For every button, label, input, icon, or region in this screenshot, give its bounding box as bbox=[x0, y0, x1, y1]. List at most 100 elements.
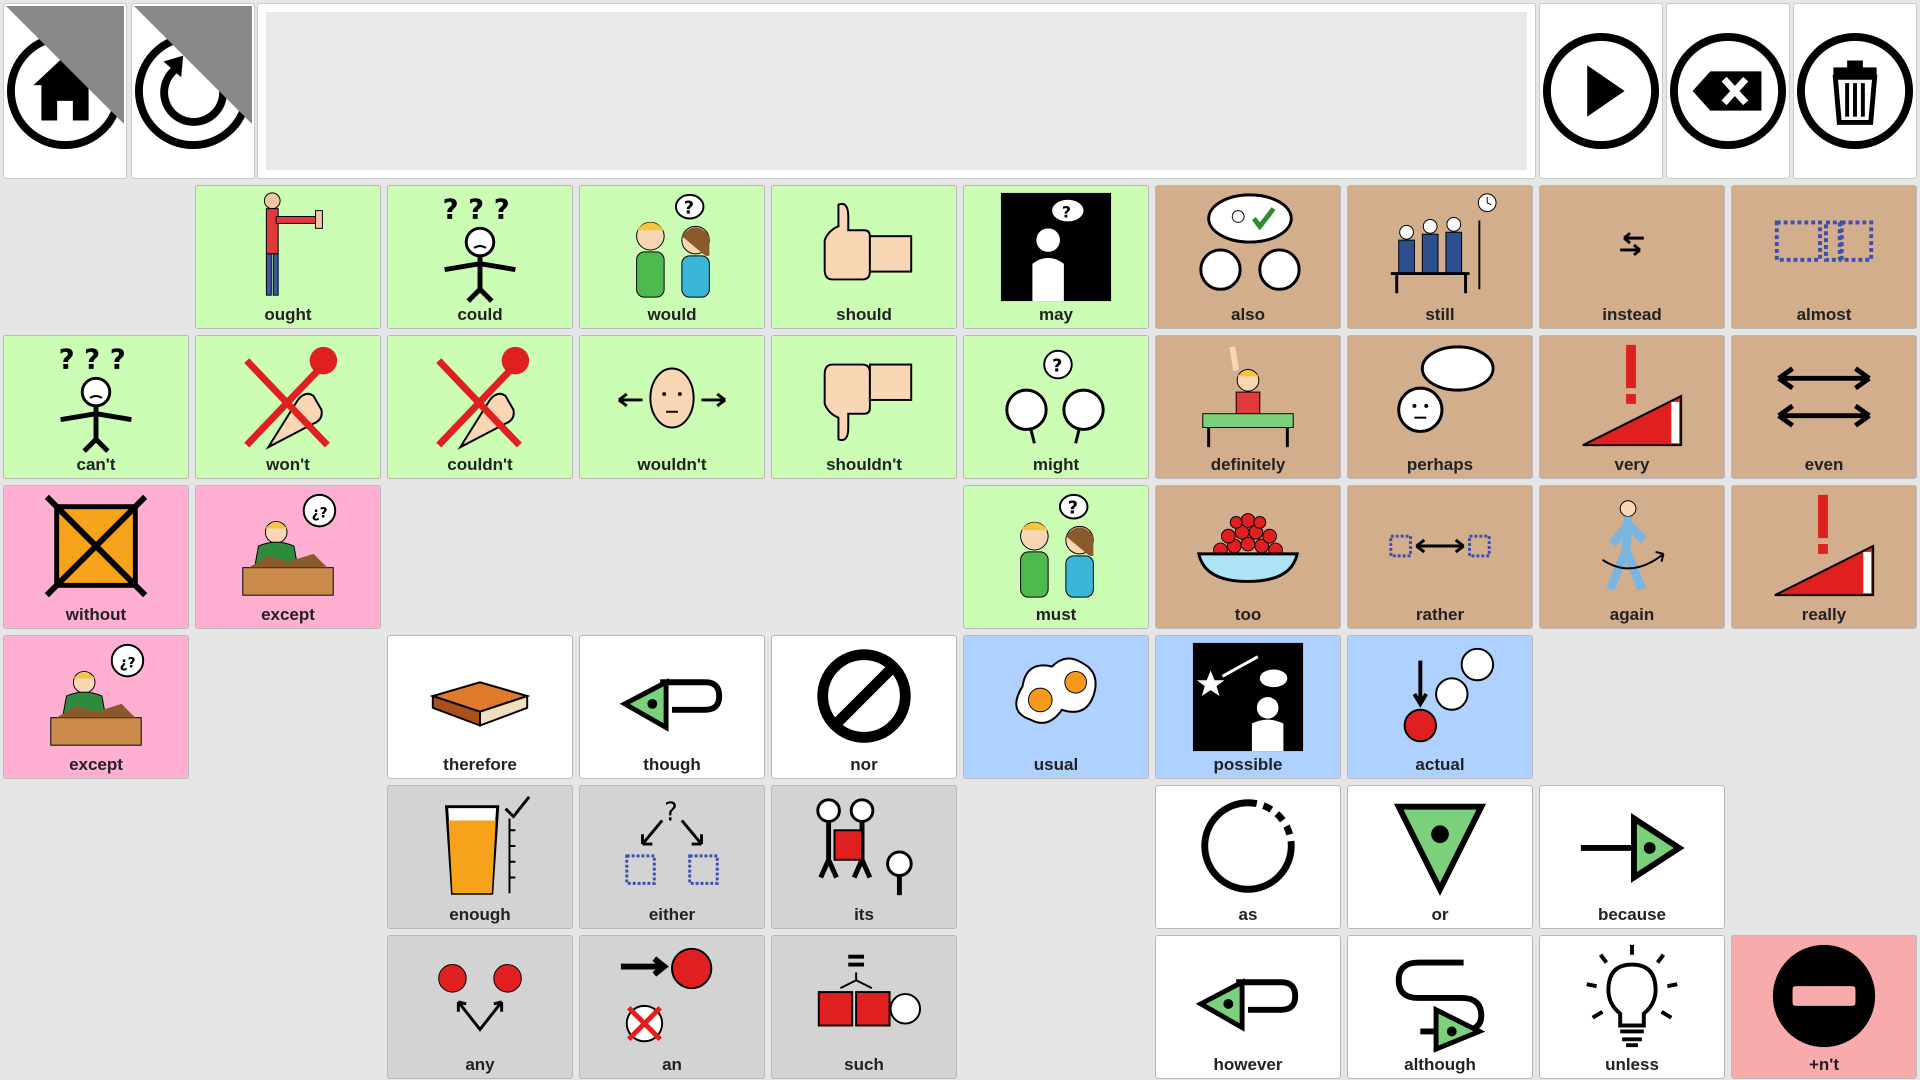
cell-label: should bbox=[836, 305, 892, 324]
cell-label: actual bbox=[1415, 755, 1465, 774]
word-cell-too[interactable]: too bbox=[1155, 485, 1341, 629]
message-bar[interactable] bbox=[257, 3, 1536, 179]
dotted-boxes-icon bbox=[1774, 220, 1874, 262]
arrow-dot-cross-icon bbox=[620, 947, 713, 1043]
cell-label: couldn't bbox=[447, 455, 513, 474]
word-cell-wont[interactable]: won't bbox=[195, 335, 381, 479]
word-cell-shouldnt[interactable]: shouldn't bbox=[771, 335, 957, 479]
cell-label: really bbox=[1801, 605, 1847, 624]
svg-text:¿?: ¿? bbox=[120, 656, 136, 672]
box-arrow-box-icon bbox=[1389, 534, 1491, 558]
word-cell-or[interactable]: or bbox=[1347, 785, 1533, 929]
backspace-icon bbox=[1669, 32, 1787, 150]
cell-label: may bbox=[1038, 305, 1074, 324]
arrow-to-triangle-icon bbox=[1580, 813, 1685, 883]
cell-label: very bbox=[1614, 455, 1650, 474]
word-cell-cant[interactable]: ? ? ? can't bbox=[3, 335, 189, 479]
cell-label: any bbox=[465, 1055, 495, 1074]
cell-label: except bbox=[69, 755, 123, 774]
cell-label: except bbox=[261, 605, 315, 624]
word-cell-very[interactable]: very bbox=[1539, 335, 1725, 479]
word-cell-such[interactable]: such bbox=[771, 935, 957, 1079]
word-cell-actual[interactable]: actual bbox=[1347, 635, 1533, 779]
word-cell-though[interactable]: though bbox=[579, 635, 765, 779]
cell-label: might bbox=[1032, 455, 1080, 474]
word-cell-as[interactable]: as bbox=[1155, 785, 1341, 929]
word-cell-ought[interactable]: ought bbox=[195, 185, 381, 329]
cell-label: shouldn't bbox=[826, 455, 902, 474]
lightbulb-icon bbox=[1586, 944, 1678, 1048]
two-people-question-icon: ? bbox=[1020, 493, 1094, 598]
backspace-button[interactable] bbox=[1666, 3, 1790, 179]
word-cell-any[interactable]: any bbox=[387, 935, 573, 1079]
word-cell-almost[interactable]: almost bbox=[1731, 185, 1917, 329]
word-cell-could[interactable]: ? ? ? could bbox=[387, 185, 573, 329]
double-arrows-icon bbox=[1777, 366, 1871, 428]
svg-text:?: ? bbox=[1062, 203, 1071, 222]
thumbs-down-icon bbox=[823, 363, 913, 442]
word-cell-should[interactable]: should bbox=[771, 185, 957, 329]
word-cell-must[interactable]: ? must bbox=[963, 485, 1149, 629]
word-cell-an[interactable]: an bbox=[579, 935, 765, 1079]
word-cell-enough[interactable]: enough bbox=[387, 785, 573, 929]
cell-label: also bbox=[1230, 305, 1266, 324]
word-cell-wouldnt[interactable]: wouldn't bbox=[579, 335, 765, 479]
cell-label: however bbox=[1213, 1055, 1283, 1074]
word-cell-rather[interactable]: rather bbox=[1347, 485, 1533, 629]
svg-text:?: ? bbox=[684, 199, 694, 219]
cell-label: because bbox=[1597, 905, 1667, 924]
word-cell-usual[interactable]: usual bbox=[963, 635, 1149, 779]
cell-label: still bbox=[1425, 305, 1455, 324]
word-cell-may[interactable]: ? may bbox=[963, 185, 1149, 329]
clear-button[interactable] bbox=[1793, 3, 1917, 179]
loop-arrow-icon bbox=[1195, 978, 1299, 1032]
crossed-box-icon bbox=[44, 494, 148, 598]
cell-label: would bbox=[647, 305, 697, 324]
word-cell-because[interactable]: because bbox=[1539, 785, 1725, 929]
exclamation-wedge-icon bbox=[1774, 494, 1875, 597]
wiggle-arrow-icon bbox=[1395, 959, 1486, 1053]
word-cell-except[interactable]: ¿? except bbox=[195, 485, 381, 629]
people-waiting-clock-icon bbox=[1390, 193, 1497, 294]
word-cell-definitely[interactable]: definitely bbox=[1155, 335, 1341, 479]
word-cell-couldnt[interactable]: couldn't bbox=[387, 335, 573, 479]
speak-button[interactable] bbox=[1539, 3, 1663, 179]
word-cell-although[interactable]: although bbox=[1347, 935, 1533, 1079]
word-cell-nor[interactable]: nor bbox=[771, 635, 957, 779]
word-cell-perhaps[interactable]: perhaps bbox=[1347, 335, 1533, 479]
word-cell-unless[interactable]: unless bbox=[1539, 935, 1725, 1079]
cell-label: even bbox=[1804, 455, 1844, 474]
undo-button[interactable] bbox=[131, 3, 255, 179]
word-cell-except-2[interactable]: ¿? except bbox=[3, 635, 189, 779]
people-holding-box-icon bbox=[816, 798, 913, 896]
cell-label: almost bbox=[1796, 305, 1852, 324]
page-corner-icon bbox=[134, 6, 252, 124]
word-cell-would[interactable]: ? would bbox=[579, 185, 765, 329]
word-cell-therefore[interactable]: therefore bbox=[387, 635, 573, 779]
cell-label: usual bbox=[1033, 755, 1079, 774]
book-icon bbox=[429, 681, 531, 727]
cell-label: nor bbox=[850, 755, 878, 774]
word-cell-either[interactable]: ? either bbox=[579, 785, 765, 929]
word-cell-might[interactable]: ? might bbox=[963, 335, 1149, 479]
word-cell-plus-nt[interactable]: +n't bbox=[1731, 935, 1917, 1079]
cross-hand-icon bbox=[244, 346, 338, 450]
word-cell-still[interactable]: still bbox=[1347, 185, 1533, 329]
cell-label: wouldn't bbox=[637, 455, 707, 474]
stop-hand-person-icon bbox=[263, 192, 323, 296]
word-cell-also[interactable]: also bbox=[1155, 185, 1341, 329]
home-button[interactable] bbox=[3, 3, 127, 179]
word-cell-instead[interactable]: instead bbox=[1539, 185, 1725, 329]
word-cell-even[interactable]: even bbox=[1731, 335, 1917, 479]
word-cell-again[interactable]: again bbox=[1539, 485, 1725, 629]
word-cell-possible[interactable]: possible bbox=[1155, 635, 1341, 779]
cell-label: or bbox=[1431, 905, 1449, 924]
cell-label: again bbox=[1609, 605, 1655, 624]
word-cell-without[interactable]: without bbox=[3, 485, 189, 629]
word-cell-really[interactable]: really bbox=[1731, 485, 1917, 629]
shooting-star-icon bbox=[1192, 642, 1304, 752]
word-cell-its[interactable]: its bbox=[771, 785, 957, 929]
fried-eggs-icon bbox=[1015, 657, 1097, 724]
word-cell-however[interactable]: however bbox=[1155, 935, 1341, 1079]
sorting-person-icon: ¿? bbox=[242, 493, 337, 596]
